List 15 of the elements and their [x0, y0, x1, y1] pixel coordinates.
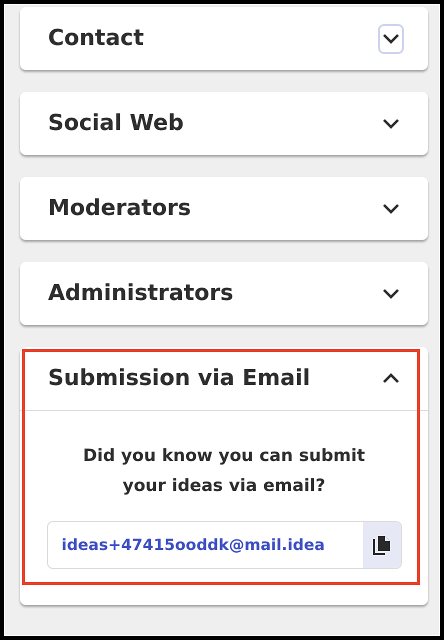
copy-icon	[372, 535, 390, 555]
chevron-down-icon	[382, 118, 400, 129]
chevron-down-icon	[382, 203, 400, 214]
email-prompt: Did you know you can submit your ideas via email?	[82, 445, 366, 498]
chevron-up-icon	[382, 373, 400, 384]
section-title[interactable]: Contact	[48, 26, 144, 51]
chevron-down-icon	[382, 33, 400, 44]
email-field[interactable]: ideas+47415ooddk@mail.idea	[46, 521, 402, 569]
section-title[interactable]: Moderators	[48, 196, 191, 221]
chevron-down-icon	[382, 288, 400, 299]
section-title[interactable]: Administrators	[48, 281, 234, 306]
expand-toggle[interactable]	[378, 24, 404, 54]
section-title[interactable]: Submission via Email	[48, 366, 310, 391]
copy-button[interactable]	[362, 522, 400, 568]
section-title[interactable]: Social Web	[48, 111, 184, 136]
